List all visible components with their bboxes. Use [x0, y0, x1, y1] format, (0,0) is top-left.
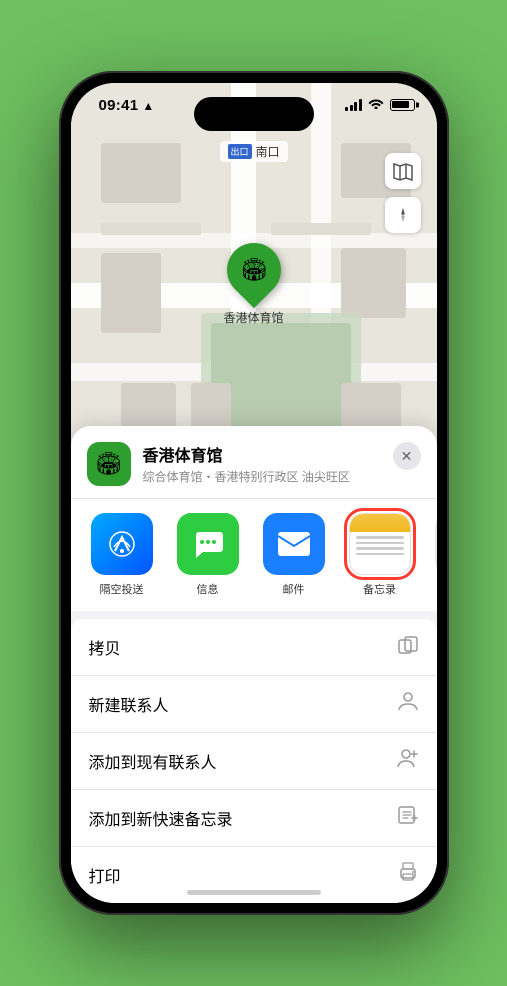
share-item-more[interactable]: 提 — [431, 513, 437, 597]
person-svg — [397, 690, 419, 712]
action-copy-text: 拷贝 — [89, 635, 121, 659]
airdrop-icon — [91, 513, 153, 575]
messages-icon — [177, 513, 239, 575]
share-item-mail[interactable]: 邮件 — [259, 513, 329, 597]
status-time: 09:41 — [99, 97, 139, 114]
share-item-airdrop[interactable]: 隔空投送 — [87, 513, 157, 597]
map-type-button[interactable] — [385, 153, 421, 189]
messages-svg — [191, 527, 225, 561]
notes-body — [350, 532, 410, 574]
status-icons — [345, 97, 415, 112]
notes-line-2 — [356, 542, 404, 545]
map-exit-badge: 出口 — [227, 144, 251, 159]
share-item-messages[interactable]: 信息 — [173, 513, 243, 597]
airdrop-svg — [107, 529, 137, 559]
printer-svg — [397, 861, 419, 883]
bottom-sheet: 🏟 香港体育馆 综合体育馆・香港特别行政区 油尖旺区 ✕ — [71, 426, 437, 903]
battery-icon — [390, 99, 415, 111]
stadium-marker: 🏟 香港体育馆 — [223, 243, 283, 326]
person-add-svg — [397, 747, 419, 769]
compass-icon — [394, 206, 412, 224]
signal-bar-1 — [345, 107, 348, 111]
phone-screen: 09:41 ▲ — [71, 83, 437, 903]
more-icon — [435, 513, 437, 575]
action-new-contact-text: 新建联系人 — [89, 692, 169, 716]
notes-line-4 — [356, 553, 404, 556]
wifi-icon — [368, 97, 384, 112]
close-button[interactable]: ✕ — [393, 442, 421, 470]
messages-label: 信息 — [197, 581, 219, 597]
map-controls — [385, 153, 421, 241]
map-label: 出口 南口 — [219, 141, 287, 162]
location-info: 香港体育馆 综合体育馆・香港特别行政区 油尖旺区 — [143, 442, 381, 485]
battery-fill — [392, 101, 409, 108]
action-add-notes-text: 添加到新快速备忘录 — [89, 806, 233, 830]
marker-label: 香港体育馆 — [223, 309, 283, 326]
map-icon — [393, 161, 413, 181]
action-add-notes[interactable]: 添加到新快速备忘录 — [71, 790, 437, 847]
copy-icon — [397, 633, 419, 661]
action-print-text: 打印 — [89, 863, 121, 887]
mail-label: 邮件 — [283, 581, 305, 597]
location-icon: 🏟 — [87, 442, 131, 486]
quick-notes-svg — [397, 804, 419, 826]
location-arrow-icon: ▲ — [142, 99, 154, 113]
home-indicator — [187, 890, 321, 895]
copy-svg — [397, 633, 419, 655]
phone-frame: 09:41 ▲ — [59, 71, 449, 915]
marker-pin-inner: 🏟 — [240, 257, 268, 283]
notes-label: 备忘录 — [363, 581, 396, 597]
notes-line-3 — [356, 547, 404, 550]
marker-pin: 🏟 — [215, 232, 291, 308]
location-button[interactable] — [385, 197, 421, 233]
notes-header — [350, 514, 410, 532]
person-icon — [397, 690, 419, 718]
mail-svg — [276, 530, 312, 558]
person-add-icon — [397, 747, 419, 775]
location-subtitle: 综合体育馆・香港特别行政区 油尖旺区 — [143, 468, 381, 485]
action-copy[interactable]: 拷贝 — [71, 619, 437, 676]
notes-line-1 — [356, 536, 404, 539]
signal-bar-2 — [350, 105, 353, 111]
notes-icon — [349, 513, 411, 575]
action-add-contact[interactable]: 添加到现有联系人 — [71, 733, 437, 790]
dynamic-island — [194, 97, 314, 131]
airdrop-label: 隔空投送 — [100, 581, 144, 597]
action-list: 拷贝 新建联系人 — [71, 619, 437, 903]
location-name: 香港体育馆 — [143, 442, 381, 466]
quick-notes-icon — [397, 804, 419, 832]
mail-icon — [263, 513, 325, 575]
map-label-text: 南口 — [256, 143, 280, 160]
location-header: 🏟 香港体育馆 综合体育馆・香港特别行政区 油尖旺区 ✕ — [71, 426, 437, 499]
action-new-contact[interactable]: 新建联系人 — [71, 676, 437, 733]
action-add-contact-text: 添加到现有联系人 — [89, 749, 217, 773]
signal-bar-4 — [359, 99, 362, 111]
signal-bars — [345, 99, 362, 111]
printer-icon — [397, 861, 419, 889]
signal-bar-3 — [354, 102, 357, 111]
share-row: 隔空投送 信息 — [71, 499, 437, 619]
share-item-notes[interactable]: 备忘录 — [345, 513, 415, 597]
